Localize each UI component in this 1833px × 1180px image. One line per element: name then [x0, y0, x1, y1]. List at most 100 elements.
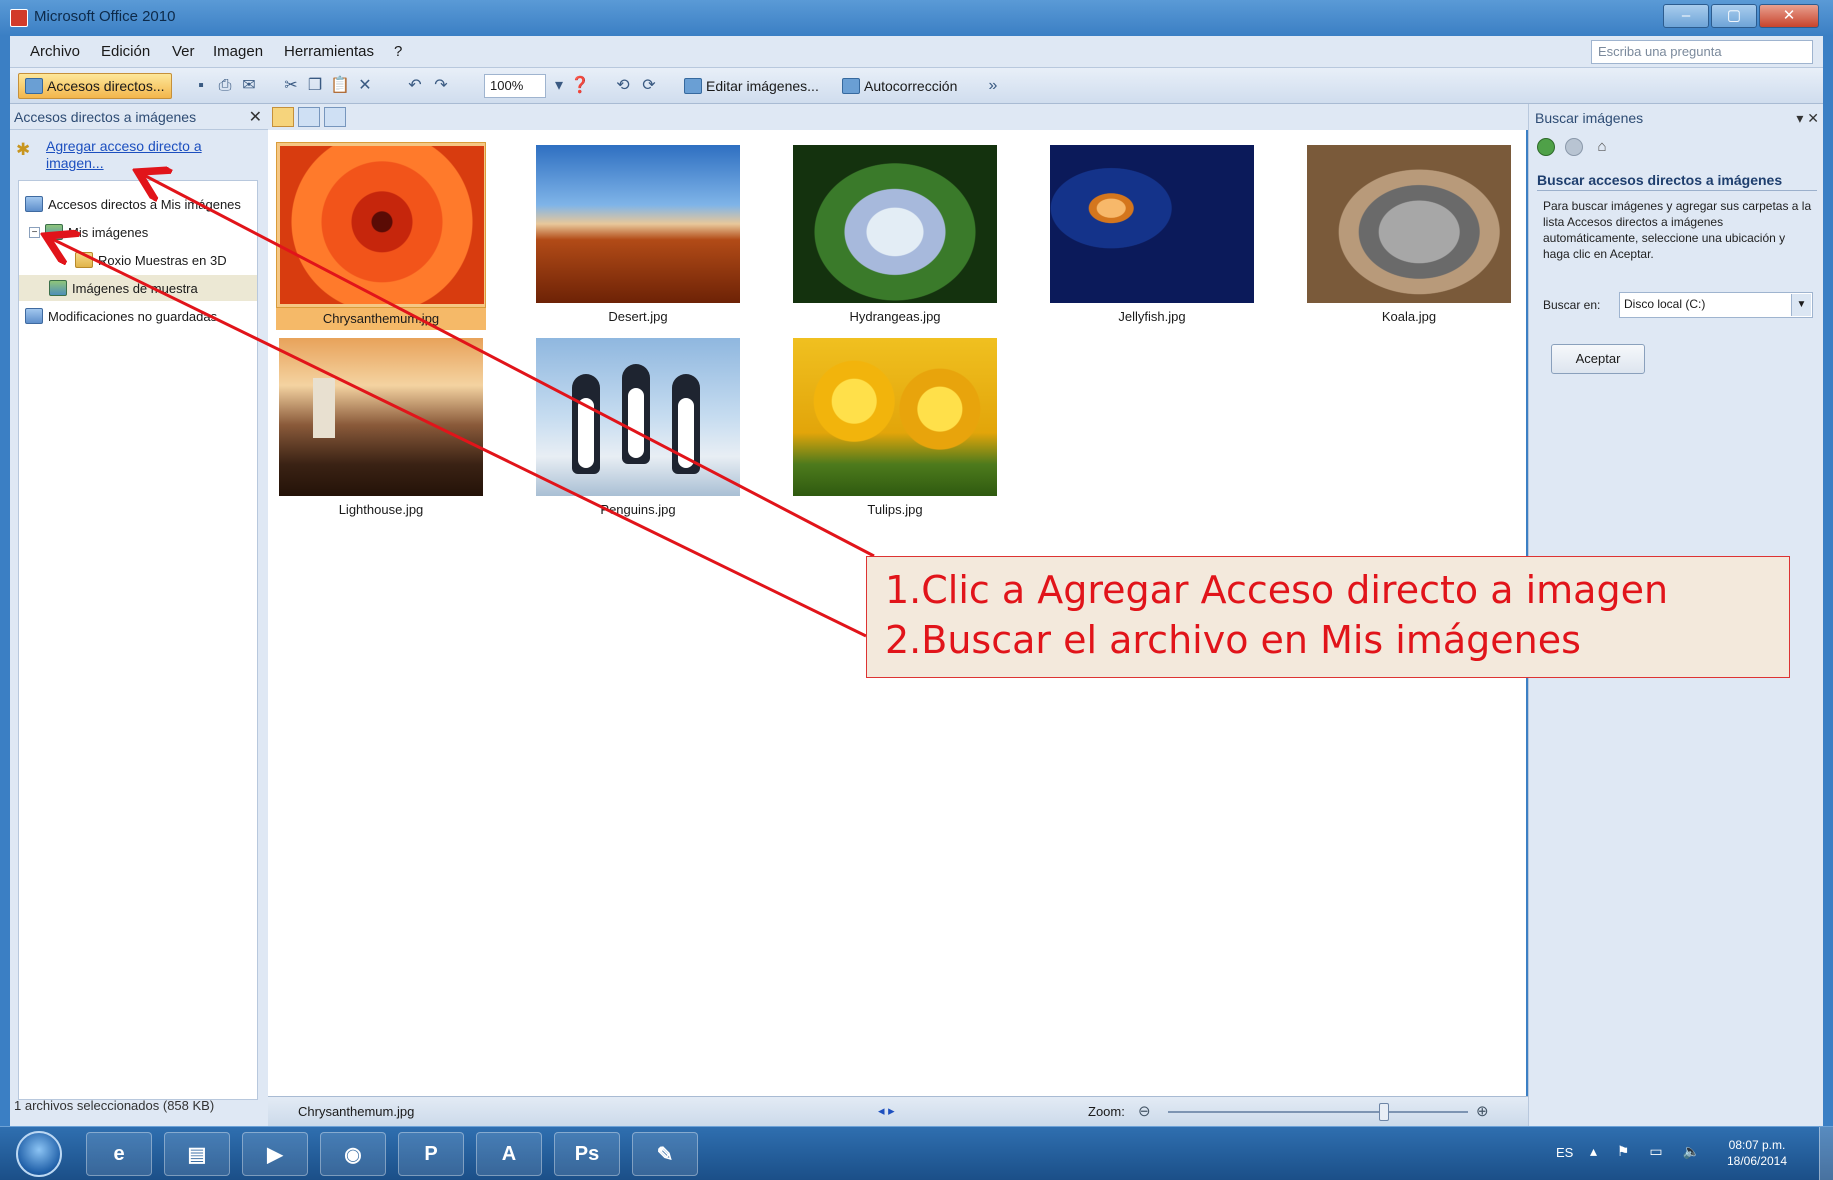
autocorrect-label: Autocorrección — [864, 78, 958, 94]
pane-menu-close-icons[interactable]: ▾ ✕ — [1796, 110, 1819, 127]
zoom-slider-thumb[interactable] — [1379, 1103, 1389, 1121]
clock[interactable]: 08:07 p.m. 18/06/2014 — [1722, 1137, 1792, 1169]
tree-item-sample-pictures[interactable]: Imágenes de muestra — [19, 275, 257, 301]
toolbar: Accesos directos... ▪ ⎙ ✉ ✂ ❐ 📋 ✕ ↶ ↷ 10… — [10, 68, 1823, 104]
home-icon[interactable]: ⌂ — [1593, 138, 1611, 156]
thumbnail-item[interactable]: Lighthouse.jpg — [276, 335, 486, 521]
tree-item-shortcuts[interactable]: Accesos directos a Mis imágenes — [25, 191, 241, 217]
collapse-icon[interactable]: − — [29, 226, 40, 238]
cut-icon[interactable]: ✂ — [282, 77, 300, 95]
shortcuts-icon — [25, 78, 43, 94]
thumbnail-image — [793, 338, 997, 496]
edit-images-button[interactable]: Editar imágenes... — [678, 73, 825, 99]
menu-edicion[interactable]: Edición — [101, 43, 150, 60]
thumbnail-label: Jellyfish.jpg — [1118, 309, 1186, 324]
shortcuts-button[interactable]: Accesos directos... — [18, 73, 172, 99]
search-location-select[interactable]: Disco local (C:) ▼ — [1619, 292, 1813, 318]
close-pane-icon[interactable]: ✕ — [249, 107, 262, 127]
edit-images-label: Editar imágenes... — [706, 78, 819, 94]
instruction-callout: 1.Clic a Agregar Acceso directo a imagen… — [866, 556, 1790, 678]
zoom-combo[interactable]: 100% — [484, 74, 546, 98]
tree-item-roxio[interactable]: Roxio Muestras en 3D — [75, 247, 227, 273]
minimize-button[interactable]: – — [1663, 4, 1709, 28]
menu-archivo[interactable]: Archivo — [30, 43, 80, 60]
chrome-taskbar-icon[interactable]: ◉ — [320, 1132, 386, 1176]
save-icon[interactable]: ▪ — [192, 77, 210, 95]
zoom-in-icon[interactable]: ⊕ — [1476, 1102, 1489, 1120]
tree-item-label: Imágenes de muestra — [72, 280, 198, 296]
show-desktop-button[interactable] — [1819, 1127, 1833, 1180]
acrobat-taskbar-icon[interactable]: A — [476, 1132, 542, 1176]
language-indicator[interactable]: ES — [1556, 1145, 1573, 1160]
clock-time: 08:07 p.m. — [1728, 1138, 1786, 1152]
thumbnail-image — [1050, 145, 1254, 303]
media-player-taskbar-icon[interactable]: ▶ — [242, 1132, 308, 1176]
thumbnail-item[interactable]: Koala.jpg — [1304, 142, 1514, 328]
rotate-right-icon[interactable]: ⟳ — [640, 77, 658, 95]
thumbnail-view-button[interactable] — [272, 107, 294, 127]
tree-item-label: Accesos directos a Mis imágenes — [48, 196, 241, 212]
thumbnail-item[interactable]: Tulips.jpg — [790, 335, 1000, 521]
zoom-dropdown-icon[interactable]: ▾ — [550, 77, 568, 95]
photoshop-taskbar-icon[interactable]: Ps — [554, 1132, 620, 1176]
prev-next-icons[interactable]: ◂ ▸ — [878, 1103, 895, 1119]
powerpoint-taskbar-icon[interactable]: P — [398, 1132, 464, 1176]
office-app-icon — [10, 9, 28, 27]
email-icon[interactable]: ✉ — [240, 77, 258, 95]
toolbar-options-icon[interactable]: » — [984, 77, 1002, 95]
help-icon[interactable]: ❓ — [570, 77, 590, 95]
zoom-slider-track[interactable] — [1168, 1111, 1468, 1113]
undo-icon[interactable]: ↶ — [406, 77, 424, 95]
thumbnail-label: Desert.jpg — [608, 309, 668, 324]
single-view-button[interactable] — [324, 107, 346, 127]
ask-question-input[interactable]: Escriba una pregunta — [1591, 40, 1813, 64]
filmstrip-view-button[interactable] — [298, 107, 320, 127]
explorer-taskbar-icon[interactable]: ▤ — [164, 1132, 230, 1176]
autocorrect-icon — [842, 78, 860, 94]
copy-icon[interactable]: ❐ — [306, 77, 324, 95]
pictures-folder-icon — [49, 280, 67, 296]
delete-icon[interactable]: ✕ — [356, 77, 374, 95]
picture-manager-taskbar-icon[interactable]: ✎ — [632, 1132, 698, 1176]
search-location-value: Disco local (C:) — [1624, 297, 1706, 311]
back-icon[interactable] — [1537, 138, 1555, 156]
print-icon[interactable]: ⎙ — [216, 77, 234, 95]
shortcut-tree: Accesos directos a Mis imágenes − Mis im… — [18, 180, 258, 1100]
autocorrect-button[interactable]: Autocorrección — [836, 73, 963, 99]
ie-taskbar-icon[interactable]: e — [86, 1132, 152, 1176]
folder-icon — [75, 252, 93, 268]
tree-item-my-pictures[interactable]: − Mis imágenes — [29, 219, 148, 245]
tree-item-unsaved[interactable]: Modificaciones no guardadas — [25, 303, 217, 329]
maximize-button[interactable]: ▢ — [1711, 4, 1757, 28]
menu-herramientas[interactable]: Herramientas — [284, 43, 374, 60]
thumbnail-item[interactable]: Jellyfish.jpg — [1047, 142, 1257, 328]
add-shortcut-link[interactable]: Agregar acceso directo a imagen... — [46, 138, 226, 172]
menu-ver[interactable]: Ver — [172, 43, 195, 60]
thumbnail-label: Penguins.jpg — [600, 502, 676, 517]
redo-icon[interactable]: ↷ — [432, 77, 450, 95]
window-title: Microsoft Office 2010 — [34, 8, 176, 25]
tree-item-label: Mis imágenes — [68, 224, 149, 240]
paste-icon[interactable]: 📋 — [330, 77, 350, 95]
tray-icons[interactable]: ▴ ⚑ ▭ 🔈 — [1590, 1143, 1708, 1160]
thumbnail-item[interactable]: Hydrangeas.jpg — [790, 142, 1000, 328]
menu-imagen[interactable]: Imagen — [213, 43, 263, 60]
chevron-down-icon[interactable]: ▼ — [1791, 294, 1811, 316]
thumbnail-item[interactable]: Desert.jpg — [533, 142, 743, 328]
close-button[interactable]: ✕ — [1759, 4, 1819, 28]
shortcuts-pane-header: Accesos directos a imágenes ✕ — [10, 104, 268, 130]
forward-icon[interactable] — [1565, 138, 1583, 156]
unsaved-icon — [25, 308, 43, 324]
shortcuts-folder-icon — [25, 196, 43, 212]
accept-button[interactable]: Aceptar — [1551, 344, 1645, 374]
search-pane-header: Buscar imágenes — [1529, 110, 1824, 132]
menu-help[interactable]: ? — [394, 43, 402, 60]
start-button[interactable] — [16, 1131, 62, 1177]
shortcuts-label: Accesos directos... — [47, 78, 165, 94]
menu-bar: Archivo Edición Ver Imagen Herramientas … — [10, 36, 1823, 68]
thumbnail-item[interactable]: Chrysanthemum.jpg — [276, 142, 486, 330]
zoom-out-icon[interactable]: ⊖ — [1138, 1102, 1151, 1120]
thumbnail-item[interactable]: Penguins.jpg — [533, 335, 743, 521]
search-pane-title: Buscar imágenes — [1535, 110, 1644, 126]
rotate-left-icon[interactable]: ⟲ — [614, 77, 632, 95]
